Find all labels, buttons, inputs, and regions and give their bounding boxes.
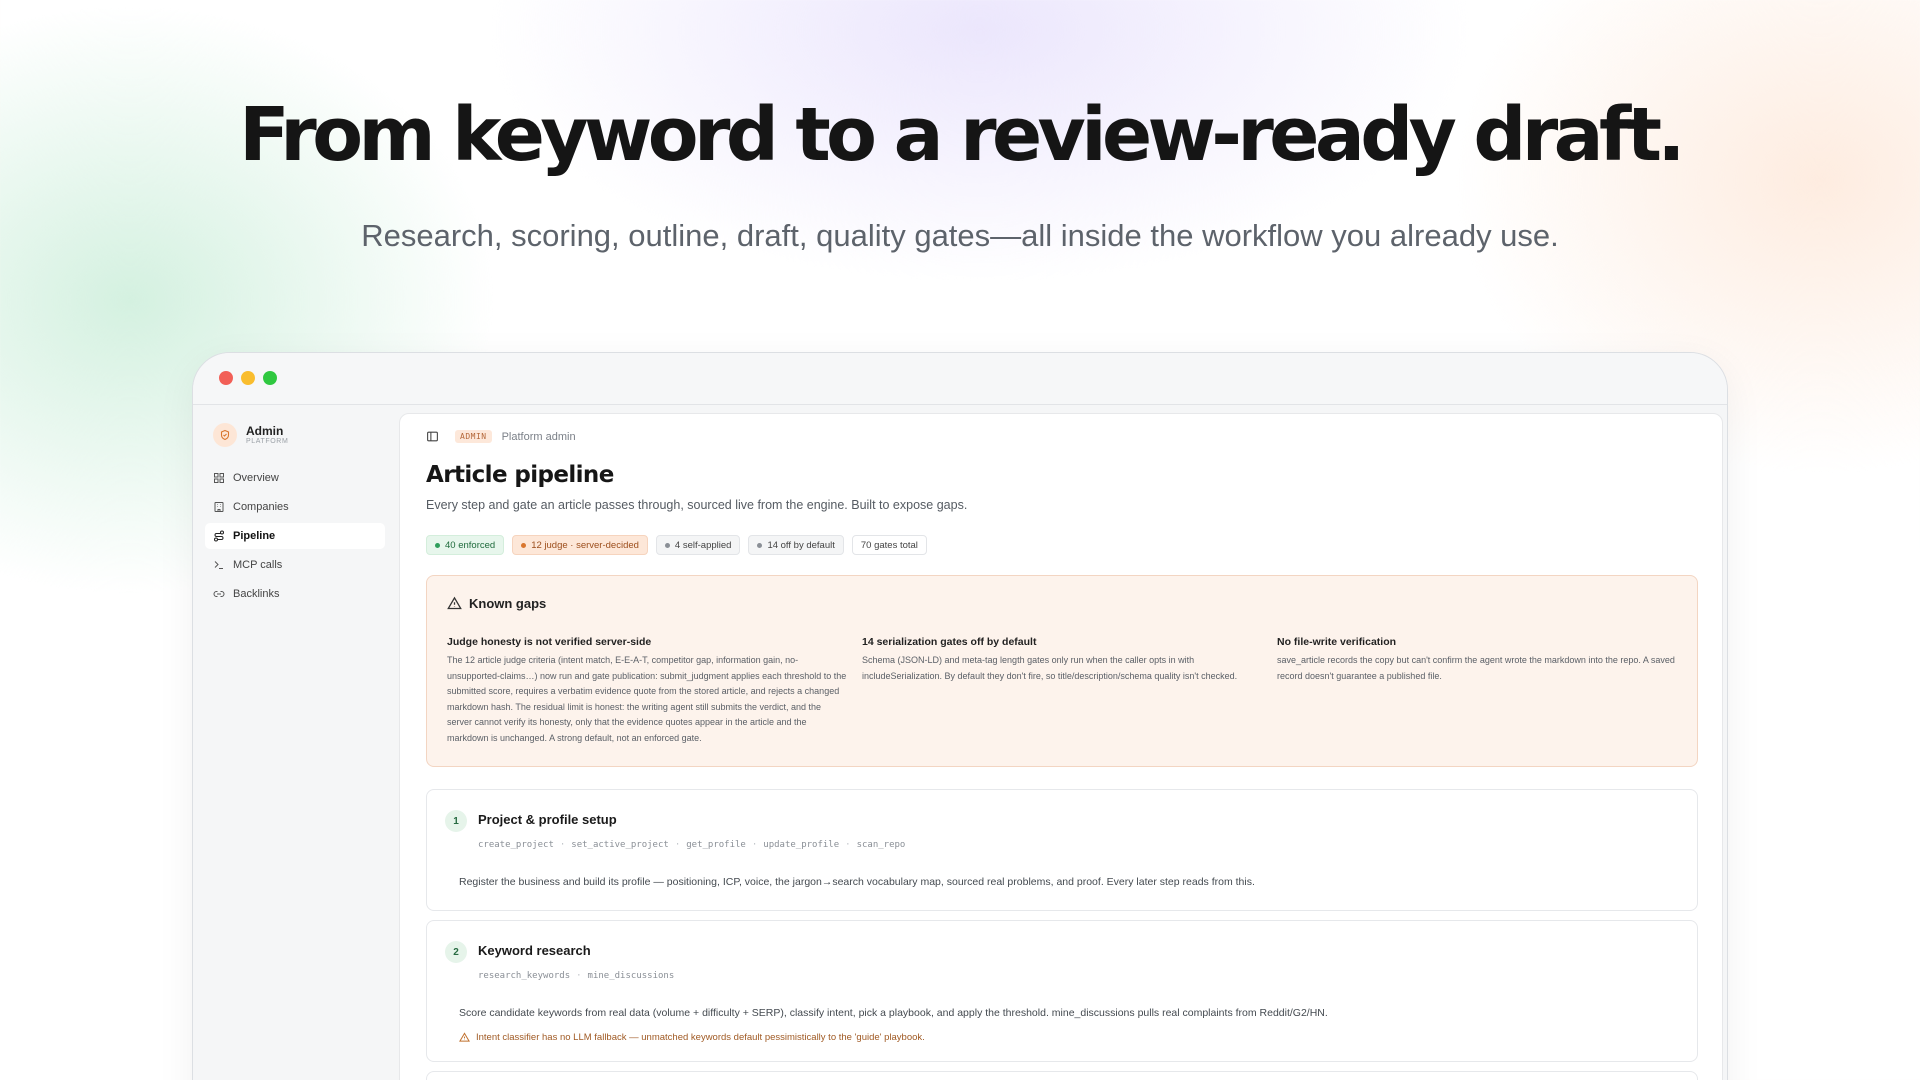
chip-total: 70 gates total bbox=[851, 535, 927, 555]
gap-item: 14 serialization gates off by default Sc… bbox=[862, 636, 1247, 684]
sidebar-item-label: Overview bbox=[233, 472, 279, 484]
known-gaps-heading: Known gaps bbox=[447, 596, 546, 611]
chip-self-applied: 4 self-applied bbox=[655, 535, 741, 555]
chip-enforced: 40 enforced bbox=[426, 535, 505, 555]
grid-icon bbox=[213, 472, 225, 484]
close-window-button[interactable] bbox=[219, 371, 233, 385]
page-title: Article pipeline bbox=[426, 462, 614, 488]
step-title: Project & profile setup bbox=[478, 812, 617, 827]
gate-summary-chips: 40 enforced 12 judge · server-decided 4 … bbox=[426, 535, 927, 555]
page-description: Every step and gate an article passes th… bbox=[426, 498, 968, 512]
sidebar-item-mcp-calls[interactable]: MCP calls bbox=[205, 552, 385, 578]
sidebar-item-label: MCP calls bbox=[233, 559, 283, 571]
step-tools: research_keywords · mine_discussions bbox=[478, 971, 675, 981]
step-description: Register the business and build its prof… bbox=[459, 876, 1255, 888]
link-icon bbox=[213, 588, 225, 600]
admin-badge: ADMIN bbox=[455, 430, 492, 443]
gap-title: No file-write verification bbox=[1277, 636, 1397, 648]
brand-name: Admin bbox=[246, 424, 284, 438]
gap-item: No file-write verification save_article … bbox=[1277, 636, 1677, 684]
app-window: Admin PLATFORM Overview Companies Pipeli… bbox=[192, 352, 1728, 1080]
gap-body: The 12 article judge criteria (intent ma… bbox=[447, 655, 847, 743]
chip-off-by-default: 14 off by default bbox=[748, 535, 844, 555]
sidebar: Admin PLATFORM Overview Companies Pipeli… bbox=[193, 405, 399, 1080]
terminal-icon bbox=[213, 559, 225, 571]
sidebar-item-label: Pipeline bbox=[233, 530, 276, 542]
minimize-window-button[interactable] bbox=[241, 371, 255, 385]
warning-icon bbox=[459, 1032, 470, 1043]
main-content: ADMIN Platform admin Article pipeline Ev… bbox=[399, 413, 1723, 1080]
chip-judge: 12 judge · server-decided bbox=[512, 535, 648, 555]
step-description: Score candidate keywords from real data … bbox=[459, 1007, 1328, 1019]
pipeline-step[interactable]: 1 Project & profile setup create_project… bbox=[426, 789, 1698, 911]
warning-icon bbox=[447, 596, 462, 611]
gap-item: Judge honesty is not verified server-sid… bbox=[447, 636, 847, 747]
route-icon bbox=[213, 530, 225, 542]
shield-icon bbox=[213, 423, 237, 447]
sidebar-item-companies[interactable]: Companies bbox=[205, 494, 385, 520]
step-number: 2 bbox=[445, 941, 467, 963]
window-titlebar bbox=[193, 353, 1727, 405]
sidebar-nav: Overview Companies Pipeline MCP calls Ba… bbox=[205, 465, 385, 610]
pipeline-step[interactable]: 2 Keyword research research_keywords · mi… bbox=[426, 920, 1698, 1062]
breadcrumb: ADMIN Platform admin bbox=[426, 430, 576, 443]
gap-title: Judge honesty is not verified server-sid… bbox=[447, 636, 652, 648]
gap-body: Schema (JSON-LD) and meta-tag length gat… bbox=[862, 655, 1238, 681]
gap-body: save_article records the copy but can't … bbox=[1277, 655, 1675, 681]
sidebar-item-backlinks[interactable]: Backlinks bbox=[205, 581, 385, 607]
maximize-window-button[interactable] bbox=[263, 371, 277, 385]
sidebar-brand[interactable]: Admin PLATFORM bbox=[213, 423, 288, 447]
hero-subtitle: Research, scoring, outline, draft, quali… bbox=[361, 218, 1559, 253]
gap-title: 14 serialization gates off by default bbox=[862, 636, 1037, 648]
pipeline-step[interactable] bbox=[426, 1071, 1698, 1080]
step-title: Keyword research bbox=[478, 943, 591, 958]
sidebar-item-pipeline[interactable]: Pipeline bbox=[205, 523, 385, 549]
sidebar-toggle-icon[interactable] bbox=[426, 430, 439, 443]
building-icon bbox=[213, 501, 225, 513]
brand-tag: PLATFORM bbox=[246, 438, 289, 445]
step-tools: create_project · set_active_project · get_… bbox=[478, 840, 906, 850]
step-warning: Intent classifier has no LLM fallback — … bbox=[459, 1032, 925, 1043]
breadcrumb-text[interactable]: Platform admin bbox=[502, 431, 576, 443]
sidebar-item-overview[interactable]: Overview bbox=[205, 465, 385, 491]
sidebar-item-label: Companies bbox=[233, 501, 289, 513]
step-number: 1 bbox=[445, 810, 467, 832]
sidebar-item-label: Backlinks bbox=[233, 588, 280, 600]
hero-title: From keyword to a review-ready draft. bbox=[239, 92, 1685, 178]
known-gaps-panel: Known gaps Judge honesty is not verified… bbox=[426, 575, 1698, 767]
